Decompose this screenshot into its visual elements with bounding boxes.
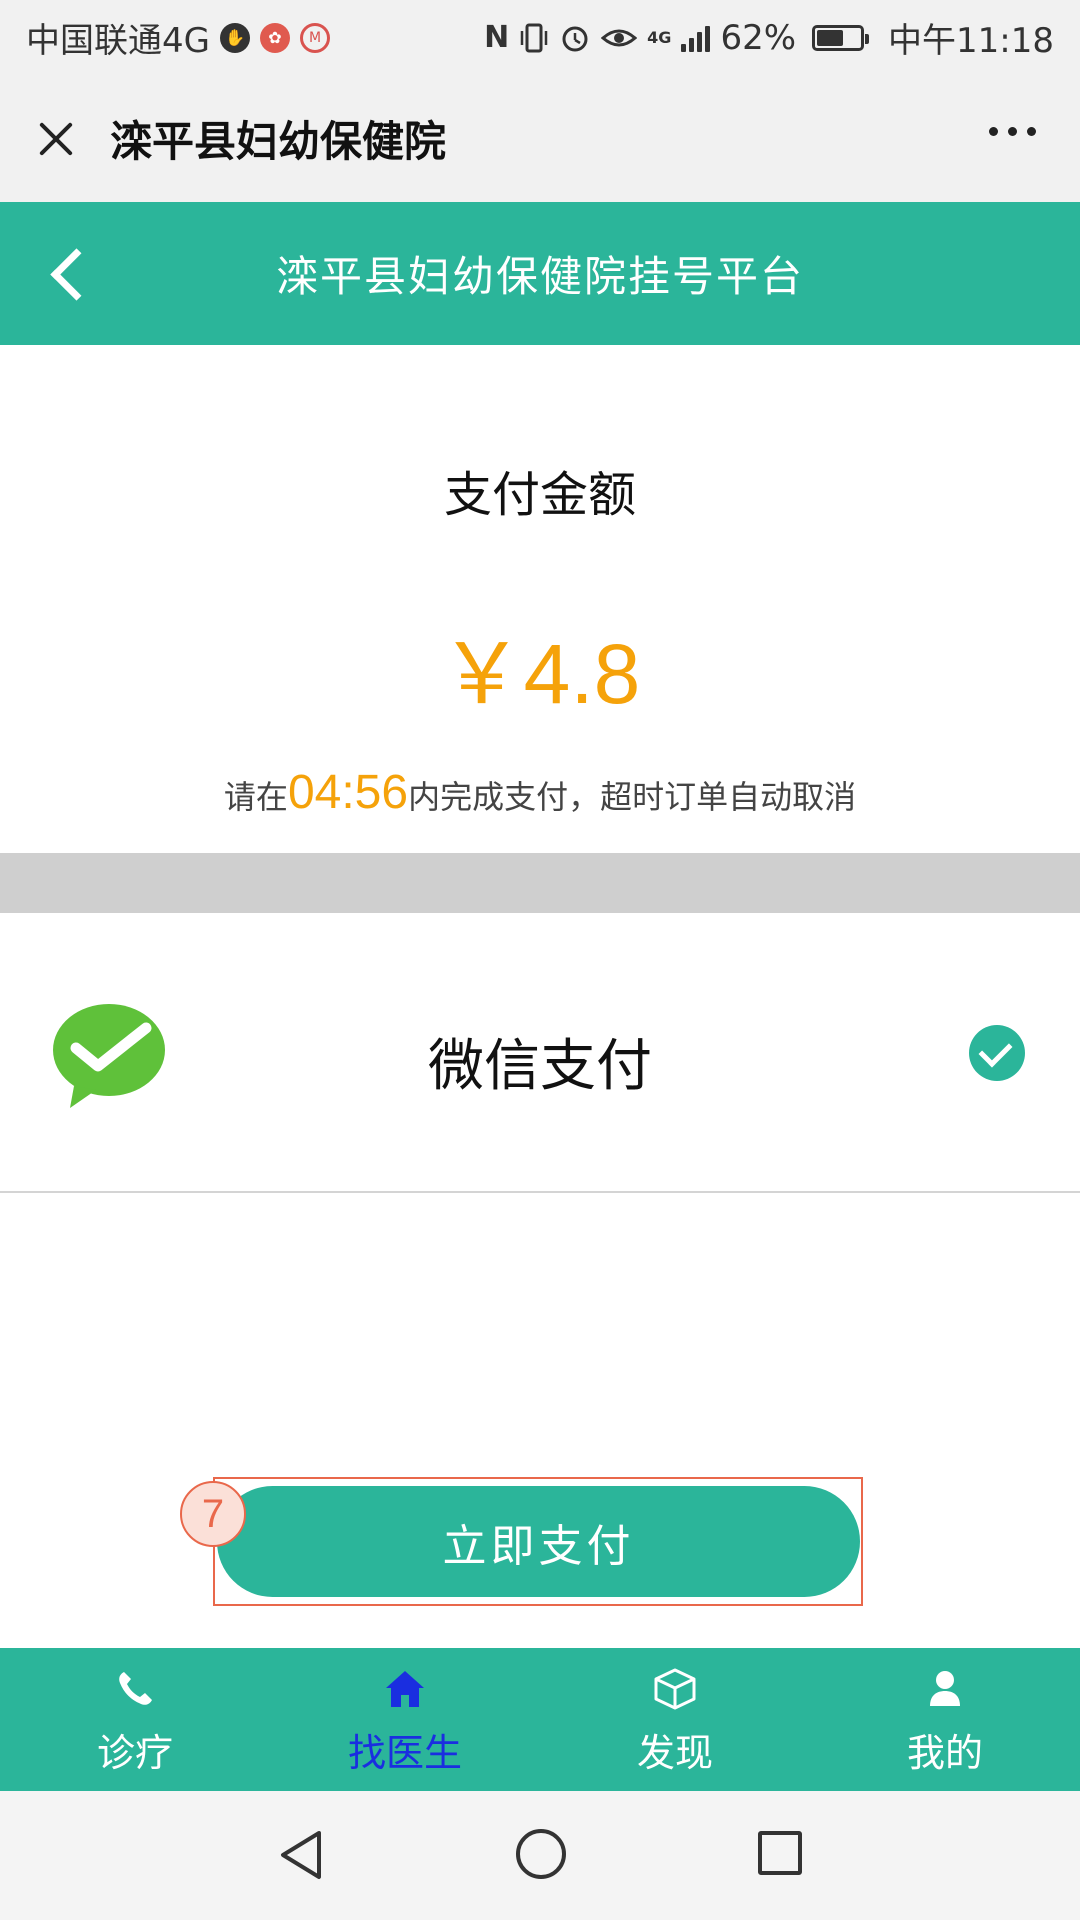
status-right: N 4G 62% 中午11:18 [484,13,1054,62]
pay-now-button[interactable]: 立即支付 [217,1486,860,1597]
flower-icon: ✿ [259,22,290,53]
section-divider [0,853,1080,913]
tab-diagnosis[interactable]: 诊疗 [0,1648,270,1791]
payment-deadline-note: 请在04:56内完成支付，超时订单自动取消 [0,765,1080,820]
wechat-header: 滦平县妇幼保健院 [0,75,1080,202]
status-bar: 中国联通4G ✋ ✿ M N 4G 62% 中午11:18 [0,0,1080,75]
status-left: 中国联通4G ✋ ✿ M [26,13,330,62]
vibrate-icon [519,22,549,54]
nav-home-icon[interactable] [516,1829,566,1879]
nav-back-icon[interactable] [275,1827,327,1883]
android-nav-bar [0,1791,1080,1920]
tab-label: 诊疗 [96,1731,173,1775]
chevron-left-icon[interactable] [40,244,100,304]
close-icon[interactable] [30,114,80,164]
battery-fill [817,29,844,46]
step-number-badge: 7 [180,1481,246,1547]
network-type-label: 4G [647,28,672,47]
check-circle-icon[interactable] [969,1025,1025,1081]
nav-recent-apps-icon[interactable] [758,1831,802,1875]
eye-icon [601,24,638,52]
alarm-icon [559,22,591,54]
battery-percent: 62% [720,17,797,58]
note-suffix: 内完成支付，超时订单自动取消 [408,778,857,816]
note-prefix: 请在 [223,778,288,816]
tab-label: 我的 [906,1731,983,1775]
payment-label: 支付金额 [443,467,636,523]
wechat-title: 滦平县妇幼保健院 [110,117,447,166]
more-icon[interactable] [989,127,1036,136]
cube-icon [654,1668,696,1710]
payment-method-wechat[interactable]: 微信支付 [0,913,1080,1193]
tab-find-doctor[interactable]: 找医生 [270,1648,540,1791]
clock-time: 中午11:18 [888,21,1054,61]
page-header: 滦平县妇幼保健院挂号平台 [0,202,1080,345]
payment-amount: ￥4.8 [439,627,641,721]
signal-icon [681,24,711,52]
phone-icon [119,1672,152,1705]
hand-icon: ✋ [219,22,250,53]
tab-mine[interactable]: 我的 [810,1648,1080,1791]
countdown-timer: 04:56 [287,766,409,819]
user-icon [930,1671,960,1706]
page-title: 滦平县妇幼保健院挂号平台 [275,252,804,301]
tab-discover[interactable]: 发现 [540,1648,810,1791]
battery-icon [812,24,870,51]
tab-label: 找医生 [347,1731,462,1775]
bottom-tab-bar: 诊疗 找医生 发现 我的 [0,1648,1080,1791]
nfc-icon: N [484,20,510,55]
tab-label: 发现 [636,1731,713,1775]
payment-summary: 支付金额 ￥4.8 请在04:56内完成支付，超时订单自动取消 [0,345,1080,853]
home-icon [386,1671,424,1707]
payment-method-label: 微信支付 [428,1034,652,1099]
bank-logo-icon: M [299,22,330,53]
carrier-label: 中国联通4G [26,21,210,61]
